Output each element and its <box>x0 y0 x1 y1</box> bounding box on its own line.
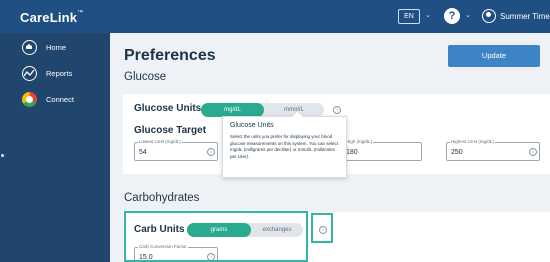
sidebar-item-label: Connect <box>46 95 74 104</box>
glucose-units-info-icon[interactable]: i <box>333 106 341 114</box>
info-icon[interactable]: i <box>529 148 537 156</box>
sidebar: Home Reports Connect <box>0 33 110 262</box>
help-circle-icon[interactable]: ? <box>444 8 460 24</box>
reports-icon <box>22 66 37 81</box>
carbohydrates-section-title: Carbohydrates <box>124 192 200 204</box>
sidebar-item-label: Reports <box>46 69 73 78</box>
lowest-limit-field[interactable]: Lowest Limit (mg/dL) 54 i <box>134 139 218 161</box>
chevron-down-icon[interactable]: ⌄ <box>465 11 471 19</box>
carb-units-highlight-box <box>124 211 308 262</box>
glucose-units-tooltip: Glucose Units Select the units you prefe… <box>222 116 347 178</box>
carb-info-highlight-box <box>311 213 333 243</box>
sidebar-item-reports[interactable]: Reports <box>0 64 110 86</box>
tooltip-body: Select the units you prefer for displayi… <box>230 134 339 159</box>
highest-limit-value: 250 <box>451 149 463 156</box>
glucose-section-title: Glucose <box>124 71 167 83</box>
app-logo[interactable]: CareLink™ <box>20 10 83 25</box>
highest-limit-field[interactable]: Highest Limit (mg/dL) 250 i <box>446 139 540 161</box>
field-label: Highest Limit (mg/dL) <box>450 139 495 144</box>
info-icon[interactable]: i <box>207 148 215 156</box>
glucose-units-label: Glucose Units <box>134 103 202 114</box>
chevron-down-icon[interactable]: ⌄ <box>425 11 431 19</box>
field-label: High (mg/dL) <box>345 139 374 144</box>
tooltip-title: Glucose Units <box>230 122 274 129</box>
language-selector[interactable]: EN <box>398 9 420 24</box>
sidebar-item-home[interactable]: Home <box>0 38 110 60</box>
sidebar-item-label: Home <box>46 43 67 52</box>
high-limit-value: 180 <box>346 149 358 156</box>
user-circle-icon[interactable] <box>482 9 496 23</box>
lowest-limit-value: 54 <box>139 149 147 156</box>
top-bar: CareLink™ EN ⌄ ? ⌄ Summer Time <box>0 0 550 33</box>
home-icon <box>22 40 37 55</box>
update-button[interactable]: Update <box>448 45 540 67</box>
connect-icon <box>22 92 37 107</box>
collapse-handle[interactable] <box>1 154 4 157</box>
app-name: CareLink <box>20 10 78 25</box>
glucose-unit-mgdl-option[interactable]: mg/dL <box>201 103 264 117</box>
high-limit-field[interactable]: High (mg/dL) 180 <box>341 139 422 161</box>
glucose-target-label: Glucose Target <box>134 125 207 136</box>
user-name[interactable]: Summer Time <box>500 12 550 21</box>
sidebar-item-connect[interactable]: Connect <box>0 90 110 112</box>
page-title: Preferences <box>124 47 216 64</box>
trademark-symbol: ™ <box>77 10 84 16</box>
glucose-units-toggle: mg/dL mmol/L <box>201 103 324 117</box>
field-label: Lowest Limit (mg/dL) <box>138 139 182 144</box>
